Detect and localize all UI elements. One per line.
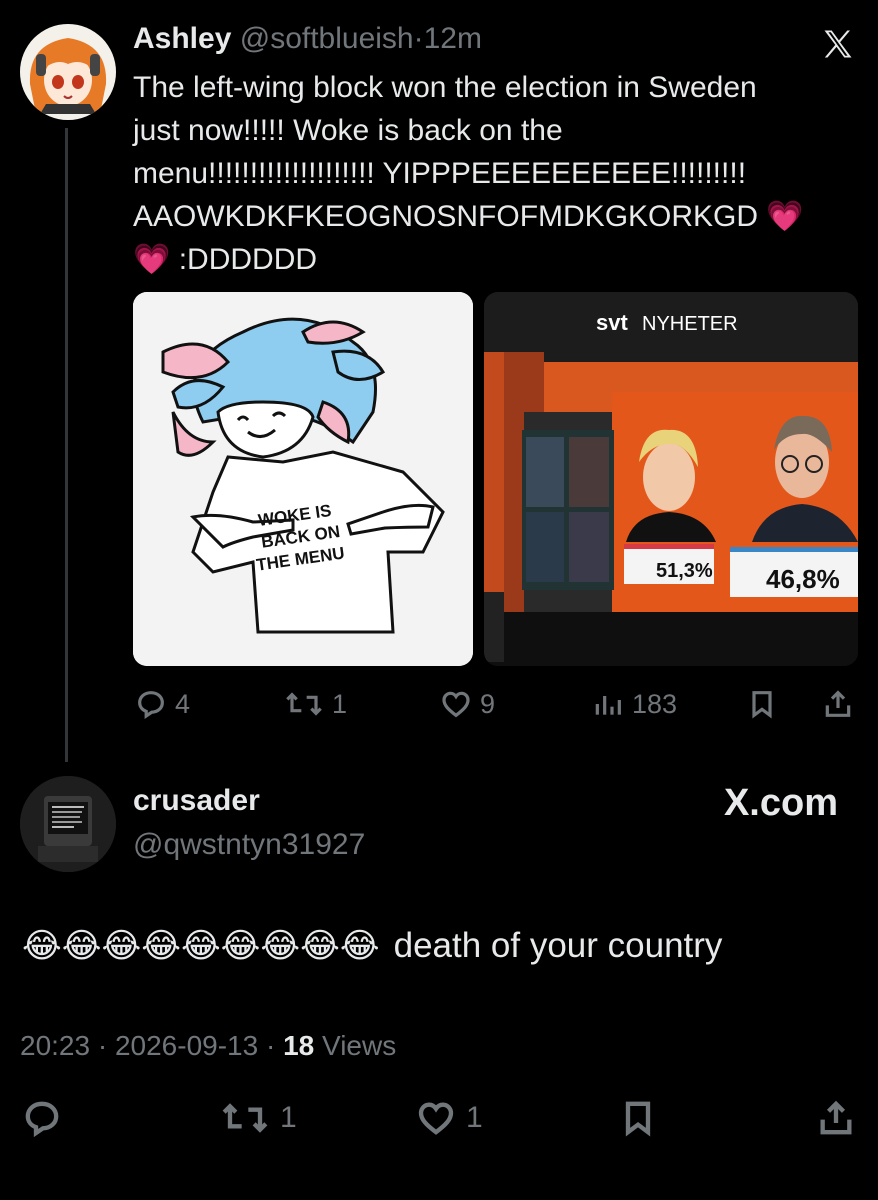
post-text: The left-wing block won the election in … bbox=[133, 66, 848, 281]
repost-count: 1 bbox=[332, 688, 348, 719]
result-left: 51,3% bbox=[656, 560, 713, 582]
laughing-emoji: 😂 bbox=[101, 927, 142, 965]
reply-avatar-image bbox=[20, 776, 116, 872]
like-icon bbox=[418, 1102, 454, 1135]
repost-action[interactable]: 1 bbox=[284, 688, 347, 720]
reply-author-handle[interactable]: @qwstntyn31927 bbox=[133, 828, 365, 862]
laughing-emoji: 😂 bbox=[141, 927, 181, 965]
repost-icon bbox=[286, 692, 322, 716]
like-action[interactable]: 9 bbox=[440, 688, 495, 720]
views-icon bbox=[595, 696, 621, 715]
bottom-repost-count: 1 bbox=[280, 1101, 297, 1134]
bookmark-icon bbox=[625, 1101, 651, 1137]
laughing-emoji-row: 😂😂😂😂😂😂😂😂😂 bbox=[22, 926, 380, 966]
bottom-reply-action[interactable] bbox=[22, 1098, 62, 1138]
post-meta-date[interactable]: 2026-09-13 bbox=[115, 1030, 258, 1061]
post-meta-time[interactable]: 20:23 bbox=[20, 1030, 90, 1061]
laughing-emoji: 😂 bbox=[260, 927, 301, 965]
reply-action[interactable]: 4 bbox=[135, 688, 190, 720]
media-image-svt-election[interactable]: 51,3% 46,8% svt NYHETER bbox=[484, 292, 858, 666]
svt-election-photo: 51,3% 46,8% svt NYHETER bbox=[484, 292, 858, 666]
meta-separator: · bbox=[265, 1030, 276, 1061]
post-text-segment: AAOWKDKFKEOGNOSNFOFMDKGKORKGD bbox=[133, 200, 759, 233]
like-count: 9 bbox=[480, 688, 496, 719]
xcom-watermark: X.com bbox=[724, 782, 838, 825]
views-action[interactable]: 183 bbox=[592, 688, 677, 720]
svt-nyheter-text: NYHETER bbox=[642, 313, 738, 335]
views-count: 183 bbox=[632, 688, 678, 719]
reply-text: 😂😂😂😂😂😂😂😂😂 death of your country bbox=[22, 926, 722, 966]
heart-emoji: 💗 bbox=[766, 200, 804, 233]
post-meta-views-label: Views bbox=[322, 1030, 397, 1061]
bookmark-action[interactable] bbox=[746, 688, 778, 720]
laughing-emoji: 😂 bbox=[22, 927, 62, 965]
laughing-emoji: 😂 bbox=[220, 927, 261, 965]
bottom-share-action[interactable] bbox=[816, 1098, 856, 1138]
bookmark-icon bbox=[752, 691, 772, 719]
media-image-woke-drawing[interactable]: WOKE IS BACK ON THE MENU bbox=[133, 292, 473, 666]
laughing-emoji: 😂 bbox=[180, 927, 221, 965]
post-header: Ashley @softblueish·12m bbox=[133, 22, 482, 56]
share-icon bbox=[820, 1100, 852, 1135]
reply-author-name[interactable]: crusader bbox=[133, 784, 260, 818]
reply-icon bbox=[138, 691, 164, 720]
reply-count: 4 bbox=[175, 688, 191, 719]
author-handle[interactable]: @softblueish bbox=[240, 22, 414, 55]
post-meta: 20:23 · 2026-09-13 · 18 Views bbox=[20, 1030, 396, 1062]
meta-separator: · bbox=[97, 1030, 108, 1061]
share-action[interactable] bbox=[822, 688, 854, 720]
post-text-line: The left-wing block won the election in … bbox=[133, 71, 757, 104]
laughing-emoji: 😂 bbox=[339, 927, 380, 965]
author-name[interactable]: Ashley bbox=[133, 22, 231, 55]
post-time[interactable]: 12m bbox=[424, 22, 482, 55]
bottom-bookmark-action[interactable] bbox=[618, 1098, 658, 1138]
post-text-line: 💗 :DDDDDD bbox=[133, 238, 848, 281]
svt-logo-text: svt bbox=[596, 310, 628, 335]
share-icon bbox=[825, 690, 851, 717]
heart-emoji: 💗 bbox=[133, 243, 171, 276]
post-meta-views-count: 18 bbox=[283, 1030, 315, 1061]
laughing-emoji: 😂 bbox=[61, 927, 102, 965]
reply-icon bbox=[25, 1101, 59, 1138]
repost-icon bbox=[222, 1103, 268, 1133]
like-icon bbox=[442, 691, 470, 718]
post-text-line: AAOWKDKFKEOGNOSNFOFMDKGKORKGD 💗 bbox=[133, 195, 848, 238]
thread-line bbox=[65, 128, 68, 762]
bottom-like-action[interactable]: 1 bbox=[416, 1098, 483, 1138]
header-separator: · bbox=[413, 22, 424, 55]
result-right: 46,8% bbox=[766, 564, 840, 594]
bottom-like-count: 1 bbox=[466, 1101, 483, 1134]
avatar[interactable] bbox=[20, 24, 116, 120]
post-text-line: menu!!!!!!!!!!!!!!!!!!!! YIPPPEEEEEEEEEE… bbox=[133, 157, 747, 190]
laughing-emoji: 😂 bbox=[300, 927, 340, 965]
anime-avatar-image bbox=[20, 24, 116, 120]
reply-text-content: death of your country bbox=[393, 926, 723, 965]
woke-drawing-illustration: WOKE IS BACK ON THE MENU bbox=[133, 292, 473, 666]
xcom-text: X.com bbox=[723, 782, 838, 824]
bottom-repost-action[interactable]: 1 bbox=[220, 1098, 297, 1138]
post-text-line: just now!!!!! Woke is back on the bbox=[133, 114, 563, 147]
x-logo-icon[interactable] bbox=[820, 26, 856, 62]
reply-avatar[interactable] bbox=[20, 776, 116, 872]
post-text-segment: :DDDDDD bbox=[178, 243, 318, 276]
